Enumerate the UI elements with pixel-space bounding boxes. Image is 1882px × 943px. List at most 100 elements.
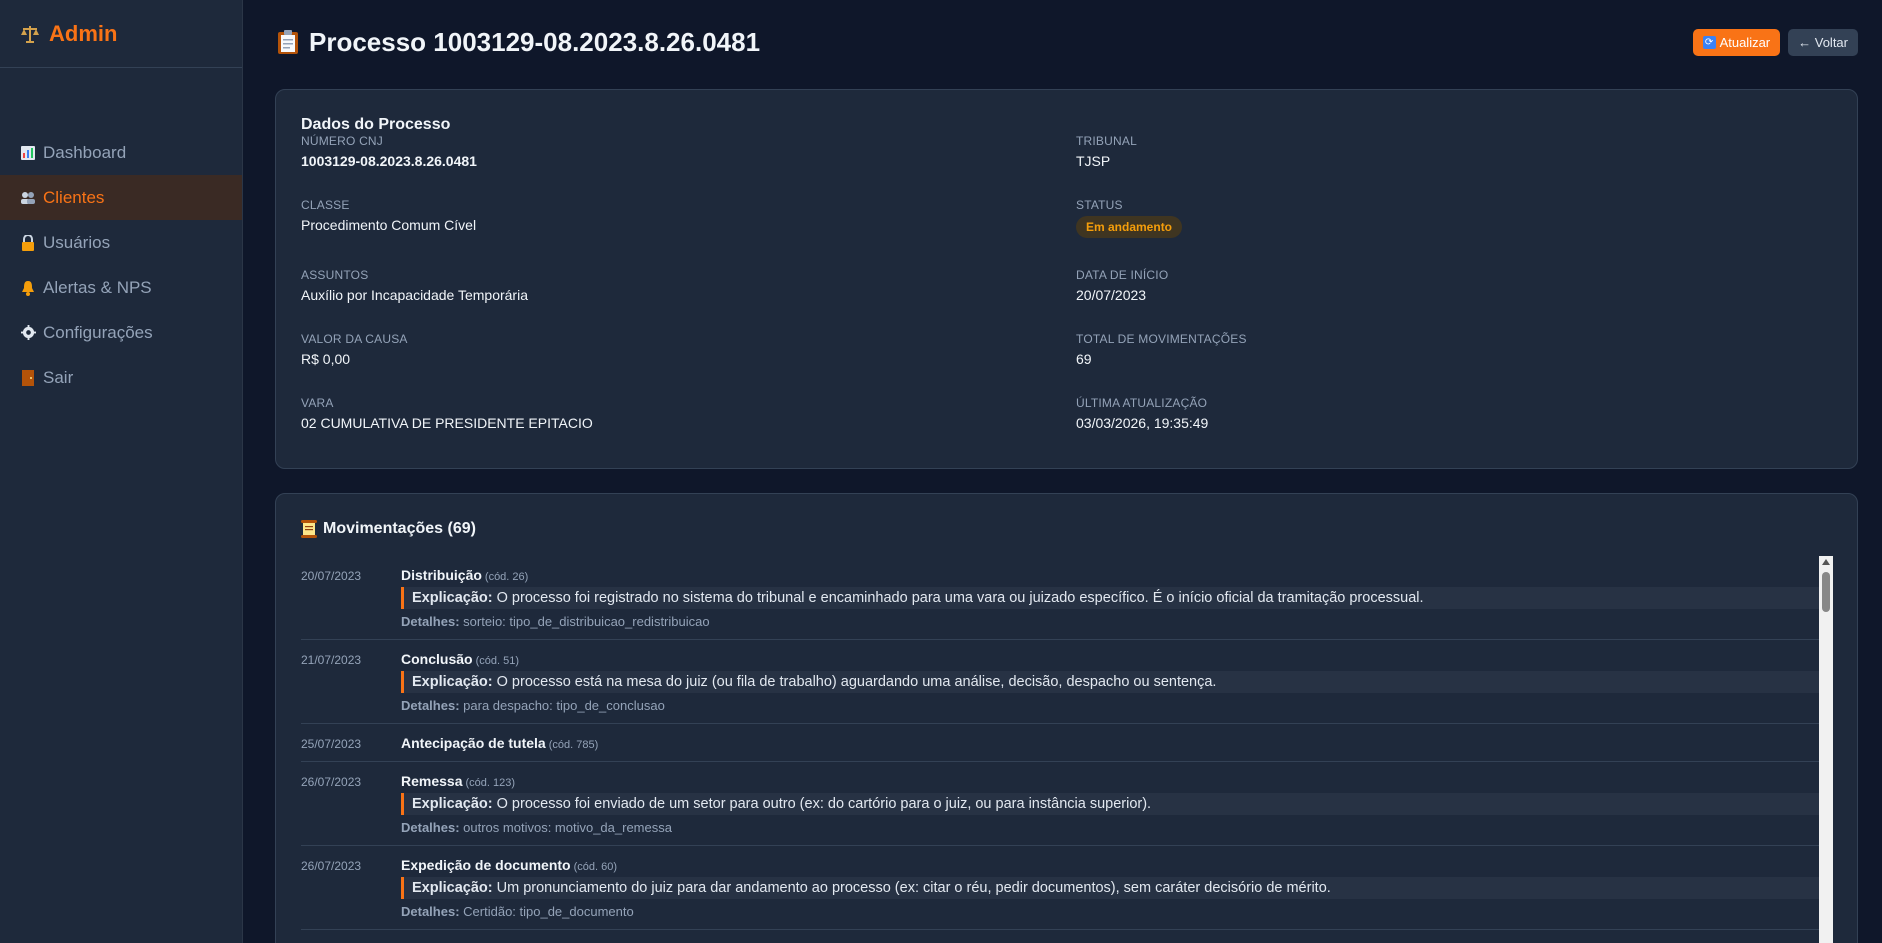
movement-code: (cód. 51) [475,655,519,667]
movement-details: Detalhes: outros motivos: motivo_da_reme… [401,820,1819,835]
sidebar-item-configuracoes[interactable]: Configurações [0,310,242,355]
bell-icon [19,279,37,297]
scroll-up-arrow-icon[interactable] [1822,559,1830,565]
field-label: DATA DE INÍCIO [1076,268,1169,282]
back-button[interactable]: ← Voltar [1788,28,1858,56]
movement-code: (cód. 123) [465,777,516,789]
back-label: ← Voltar [1798,34,1848,50]
field-label: TOTAL DE MOVIMENTAÇÕES [1076,332,1247,346]
movement-item: 20/07/2023 Distribuição (cód. 26) Explica… [301,556,1819,640]
det-text: para despacho: tipo_de_conclusao [463,698,665,713]
page-title-text: Processo 1003129-08.2023.8.26.0481 [309,26,761,57]
page-header: Processo 1003129-08.2023.8.26.0481 ⟳ Atu… [277,22,1858,62]
movement-name: Distribuição (cód. 26) [401,567,1819,583]
sidebar-item-sair[interactable]: Sair [0,355,242,400]
sidebar-item-label: Sair [43,367,74,387]
movement-name-text: Expedição de documento [401,857,571,873]
movement-explanation: Explicação: O processo foi enviado de um… [401,793,1819,815]
movement-date: 25/07/2023 [301,737,362,751]
sidebar-item-label: Clientes [43,187,105,207]
field-value: 1003129-08.2023.8.26.0481 [301,153,477,169]
det-label: Detalhes: [401,614,460,629]
sidebar-item-clientes[interactable]: Clientes [0,175,242,220]
card-title: Dados do Processo [301,116,451,133]
gear-icon [19,324,37,342]
movement-item: 21/07/2023 Conclusão (cód. 51) Explicação… [301,640,1819,724]
door-icon [19,369,37,387]
movement-explanation: Explicação: O processo foi registrado no… [401,587,1819,609]
sidebar-item-dashboard[interactable]: Dashboard [0,130,242,175]
expl-text: O processo foi enviado de um setor para … [496,796,1152,812]
movement-details: Detalhes: para despacho: tipo_de_conclus… [401,698,1819,713]
expl-label: Explicação: [412,796,493,812]
refresh-icon: ⟳ [1702,35,1716,49]
sidebar-item-alertas[interactable]: Alertas & NPS [0,265,242,310]
field-numero-cnj: NÚMERO CNJ 1003129-08.2023.8.26.0481 [301,134,477,169]
field-ultima-atualizacao: ÚLTIMA ATUALIZAÇÃO 03/03/2026, 19:35:49 [1076,396,1208,431]
sidebar-item-label: Dashboard [43,142,127,162]
expl-text: Um pronunciamento do juiz para dar andam… [496,880,1331,896]
movement-name-text: Remessa [401,773,463,789]
expl-label: Explicação: [412,880,493,896]
brand[interactable]: Admin [0,0,242,68]
brand-title: Admin [49,20,118,46]
sidebar-nav: Dashboard Clientes Usuários Alertas & NP… [0,130,242,400]
field-label: TRIBUNAL [1076,134,1137,148]
movements-scrollbar[interactable] [1819,556,1833,943]
det-label: Detalhes: [401,904,460,919]
scales-icon [19,23,41,45]
sidebar-item-label: Usuários [43,232,111,252]
page-title: Processo 1003129-08.2023.8.26.0481 [277,27,760,58]
movement-name: Conclusão (cód. 51) [401,651,1819,667]
scrollbar-thumb[interactable] [1822,572,1830,612]
movement-name: Antecipação de tutela (cód. 785) [401,735,1819,751]
det-label: Detalhes: [401,698,460,713]
lock-icon [19,234,37,252]
expl-label: Explicação: [412,674,493,690]
movements-title-text: Movimentações (69) [323,520,476,537]
field-status: STATUS Em andamento [1076,198,1183,238]
clients-icon [19,189,37,207]
refresh-button[interactable]: ⟳ Atualizar [1692,28,1781,56]
field-value: 03/03/2026, 19:35:49 [1076,415,1209,431]
sidebar: Admin Dashboard Clientes Usuários Alerta… [0,0,243,943]
movements-card: Movimentações (69) 20/07/2023 Distribuiç… [275,493,1858,943]
movement-code: (cód. 60) [573,861,618,873]
movement-explanation: Explicação: Um pronunciamento do juiz pa… [401,877,1819,899]
movement-name-text: Antecipação de tutela [401,735,546,751]
field-vara: VARA 02 CUMULATIVA DE PRESIDENTE EPITACI… [301,396,593,431]
expl-text: O processo foi registrado no sistema do … [496,590,1424,606]
field-value: R$ 0,00 [301,351,351,367]
movements-list: 20/07/2023 Distribuição (cód. 26) Explica… [301,556,1819,930]
sidebar-item-label: Configurações [43,322,153,342]
movement-date: 20/07/2023 [301,569,362,583]
movement-date: 21/07/2023 [301,653,362,667]
field-value: 20/07/2023 [1076,287,1147,303]
field-label: STATUS [1076,198,1123,212]
det-text: outros motivos: motivo_da_remessa [463,820,672,835]
field-classe: CLASSE Procedimento Comum Cível [301,198,476,233]
field-label: ÚLTIMA ATUALIZAÇÃO [1076,396,1208,410]
movement-details: Detalhes: sorteio: tipo_de_distribuicao_… [401,614,1819,629]
expl-text: O processo está na mesa do juiz (ou fila… [496,674,1217,690]
det-text: sorteio: tipo_de_distribuicao_redistribu… [463,614,710,629]
expl-label: Explicação: [412,590,493,606]
movement-name-text: Conclusão [401,651,473,667]
field-value: Auxílio por Incapacidade Temporária [301,287,528,303]
field-assuntos: ASSUNTOS Auxílio por Incapacidade Tempor… [301,268,528,303]
movement-code: (cód. 26) [484,571,529,583]
sidebar-item-usuarios[interactable]: Usuários [0,220,242,265]
refresh-label: Atualizar [1719,34,1771,50]
movement-code: (cód. 785) [548,739,599,751]
movement-date: 26/07/2023 [301,775,362,789]
movement-item: 26/07/2023 Expedição de documento (cód. 6… [301,846,1819,930]
field-value: TJSP [1076,153,1111,169]
movement-name-text: Distribuição [401,567,482,583]
det-text: Certidão: tipo_de_documento [463,904,634,919]
movement-item: 25/07/2023 Antecipação de tutela (cód. 78… [301,724,1819,762]
field-tribunal: TRIBUNAL TJSP [1076,134,1137,169]
field-label: CLASSE [301,198,350,212]
field-value: 69 [1076,351,1092,367]
sidebar-item-label: Alertas & NPS [43,277,152,297]
chart-icon [19,144,37,162]
